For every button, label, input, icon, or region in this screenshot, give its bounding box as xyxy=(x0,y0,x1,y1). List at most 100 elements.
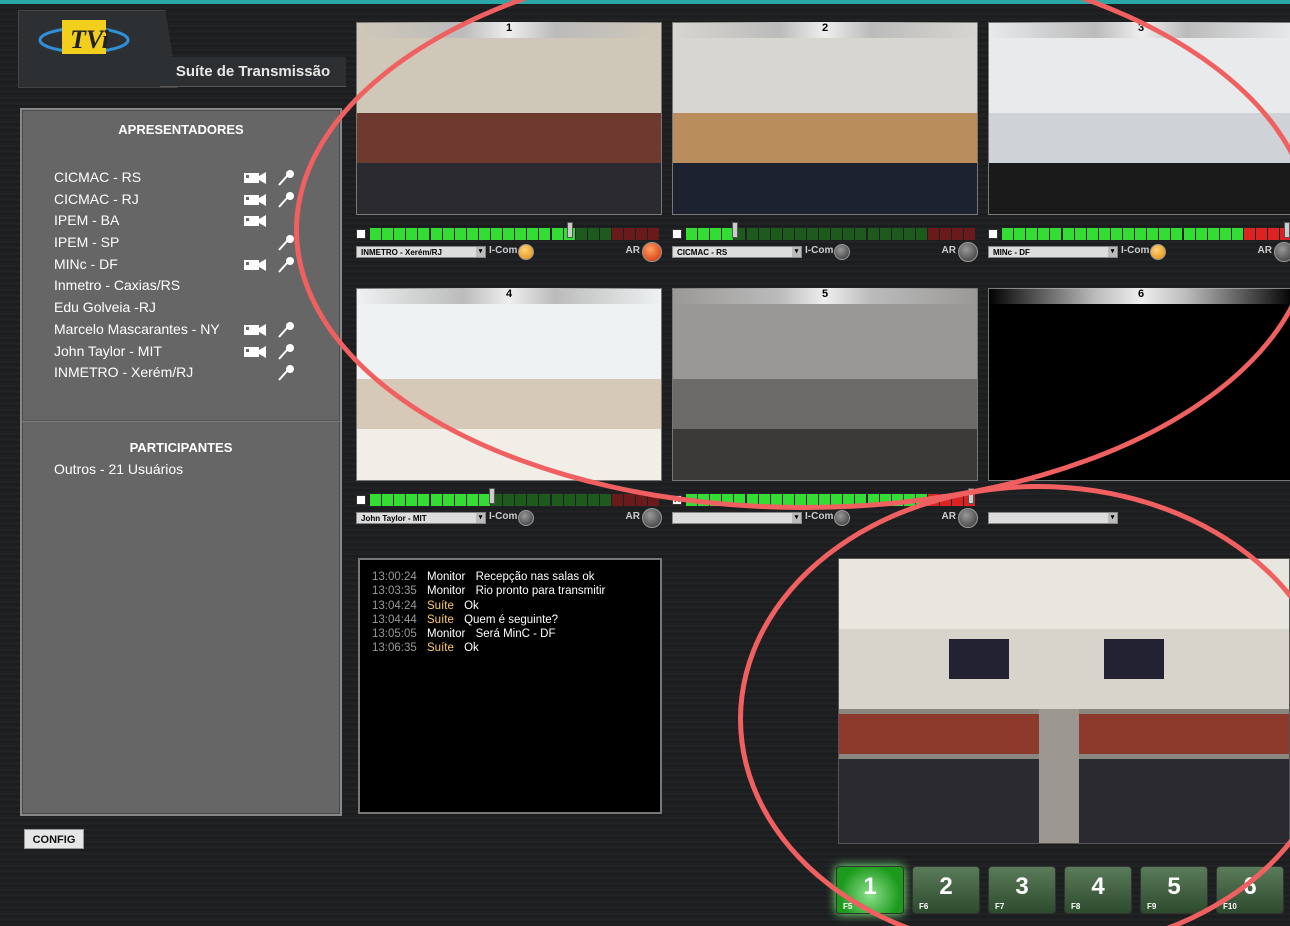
meter-segment xyxy=(503,228,515,240)
meter-segment xyxy=(1026,228,1038,240)
ar-toggle[interactable] xyxy=(642,242,662,262)
chat-log[interactable]: 13:00:24 - Monitor - Recepção nas salas … xyxy=(358,558,662,814)
level-slider-knob[interactable] xyxy=(488,488,495,504)
camera-icon[interactable] xyxy=(244,213,266,229)
presenter-item[interactable]: John Taylor - MIT xyxy=(54,341,340,363)
camera-icon[interactable] xyxy=(244,322,266,338)
camera-controls: I-Com AR xyxy=(672,508,978,528)
camera-tile[interactable] xyxy=(672,22,978,215)
meter-segment xyxy=(1256,228,1268,240)
participants-count[interactable]: Outros - 21 Usuários xyxy=(22,461,340,477)
chat-message: Rio pronto para transmitir xyxy=(475,585,606,598)
level-slider-knob[interactable] xyxy=(732,222,739,238)
camera-number-text: 1 xyxy=(505,22,513,34)
microphone-icon[interactable] xyxy=(276,256,298,273)
config-button[interactable]: CONFIG xyxy=(24,829,84,849)
presenter-item[interactable]: IPEM - SP xyxy=(54,232,340,254)
microphone-icon[interactable] xyxy=(276,170,298,186)
camera-tile[interactable] xyxy=(988,22,1290,215)
meter-segment xyxy=(915,494,927,506)
camera-tile[interactable] xyxy=(988,288,1290,481)
meter-segment xyxy=(903,228,915,240)
mute-checkbox[interactable] xyxy=(672,229,682,239)
level-slider-knob[interactable] xyxy=(567,222,574,238)
camera-tile[interactable] xyxy=(356,288,662,481)
meter-segment xyxy=(466,228,478,240)
meter-segment xyxy=(819,228,831,240)
presenter-item[interactable]: Marcelo Mascarantes - NY xyxy=(54,319,340,341)
source-select[interactable]: MINc - DF xyxy=(988,246,1118,258)
level-slider-knob[interactable] xyxy=(968,488,974,504)
switch-key-3[interactable]: 3 F7 xyxy=(988,866,1056,914)
camera-icon[interactable] xyxy=(244,257,266,273)
meter-segment xyxy=(710,228,722,240)
camera-tile[interactable] xyxy=(356,22,662,215)
camera-feed xyxy=(673,289,977,480)
meter-segment xyxy=(587,228,599,240)
source-select[interactable]: INMETRO - Xerém/RJ xyxy=(356,246,486,258)
meter-segment xyxy=(952,494,964,506)
fkey-hint: F9 xyxy=(1147,902,1157,911)
switch-key-6[interactable]: 6 F10 xyxy=(1216,866,1284,914)
ar-toggle[interactable] xyxy=(958,242,978,262)
audio-level-meter[interactable] xyxy=(988,222,1290,240)
mute-checkbox[interactable] xyxy=(356,495,366,505)
switch-key-2[interactable]: 2 F6 xyxy=(912,866,980,914)
audio-level-meter[interactable]: ✕ xyxy=(672,488,978,506)
camera-tile[interactable] xyxy=(672,288,978,481)
ar-toggle[interactable] xyxy=(958,508,978,528)
camera-icon[interactable] xyxy=(244,170,266,186)
chat-author: Suíte xyxy=(427,599,454,612)
meter-segment xyxy=(1183,228,1195,240)
icom-toggle[interactable] xyxy=(518,510,534,526)
program-preview[interactable] xyxy=(838,558,1290,844)
audio-level-meter[interactable] xyxy=(356,488,662,506)
presenter-item[interactable]: CICMAC - RJ xyxy=(54,189,340,211)
camera-controls xyxy=(988,512,1290,528)
mute-checkbox[interactable] xyxy=(988,229,998,239)
microphone-icon[interactable] xyxy=(276,321,298,338)
switch-key-4[interactable]: 4 F8 xyxy=(1064,866,1132,914)
microphone-icon[interactable] xyxy=(276,343,298,360)
camera-icon[interactable] xyxy=(244,192,266,208)
source-select[interactable] xyxy=(988,512,1118,524)
icom-toggle[interactable] xyxy=(1150,244,1166,260)
mute-checkbox[interactable]: ✕ xyxy=(672,495,682,505)
presenter-item[interactable]: CICMAC - RS xyxy=(54,167,340,189)
meter-segment xyxy=(394,228,406,240)
icom-toggle[interactable] xyxy=(834,244,850,260)
source-select[interactable]: John Taylor - MIT xyxy=(356,512,486,524)
meter-segment xyxy=(1014,228,1026,240)
presenter-item[interactable]: MINc - DF xyxy=(54,254,340,276)
source-select[interactable] xyxy=(672,512,802,524)
meter-segment xyxy=(915,228,927,240)
presenter-item[interactable]: Edu Golveia -RJ xyxy=(54,297,340,319)
microphone-icon[interactable] xyxy=(276,191,298,208)
meter-segment xyxy=(807,494,818,506)
chat-line: 13:04:44 - Suíte - Quem é seguinte? xyxy=(372,613,559,626)
source-select[interactable]: CICMAC - RS xyxy=(672,246,802,258)
icom-toggle[interactable] xyxy=(834,510,850,526)
switch-key-5[interactable]: 5 F9 xyxy=(1140,866,1208,914)
meter-segment xyxy=(1135,228,1147,240)
audio-level-meter[interactable] xyxy=(356,222,662,240)
microphone-icon[interactable] xyxy=(276,235,298,251)
level-slider-knob[interactable] xyxy=(1284,222,1290,238)
ar-toggle[interactable] xyxy=(1274,242,1290,262)
chat-line: 13:05:05 - Monitor - Será MinC - DF xyxy=(372,628,556,641)
switch-key-1[interactable]: 1 F5 xyxy=(836,866,904,914)
camera-icon[interactable] xyxy=(244,344,266,360)
presenter-item[interactable]: Inmetro - Caxias/RS xyxy=(54,275,340,297)
meter-segment xyxy=(1062,228,1074,240)
meter-segment xyxy=(406,228,418,240)
presenter-item[interactable]: INMETRO - Xerém/RJ xyxy=(54,362,340,384)
microphone-icon[interactable] xyxy=(276,365,298,381)
presenter-item[interactable]: IPEM - BA xyxy=(54,210,340,232)
mute-checkbox[interactable] xyxy=(356,229,366,239)
chat-message: Ok xyxy=(464,642,479,655)
audio-level-meter[interactable] xyxy=(672,222,978,240)
presenter-name: Edu Golveia -RJ xyxy=(54,299,156,316)
ar-toggle[interactable] xyxy=(642,508,662,528)
icom-toggle[interactable] xyxy=(518,244,534,260)
meter-segment xyxy=(891,228,903,240)
